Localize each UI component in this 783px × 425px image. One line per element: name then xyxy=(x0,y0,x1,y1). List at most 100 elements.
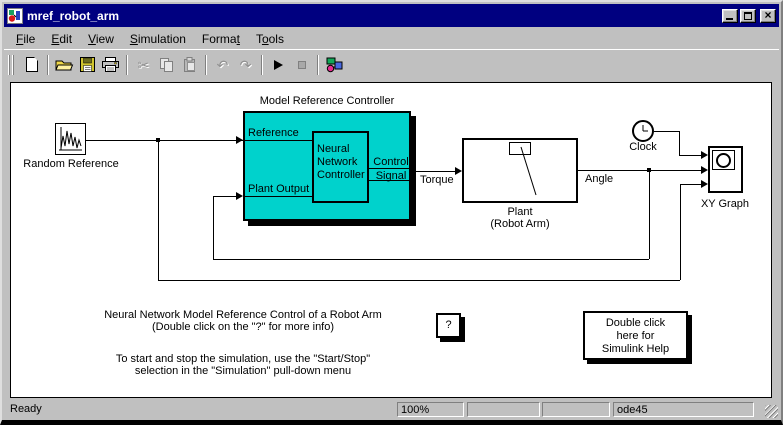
menu-file[interactable]: File xyxy=(8,29,43,49)
block-random-reference[interactable] xyxy=(55,123,86,155)
block-xy-graph[interactable] xyxy=(708,146,743,193)
wire[interactable] xyxy=(158,140,159,280)
status-panel-empty xyxy=(467,402,540,417)
status-solver-panel: ode45 xyxy=(613,402,754,417)
port-line xyxy=(369,168,411,169)
simulink-app-icon xyxy=(7,7,23,24)
annotation-instructions[interactable]: To start and stop the simulation, use th… xyxy=(73,353,413,377)
scope-screen-icon xyxy=(712,150,735,170)
new-document-icon xyxy=(25,57,38,72)
toolbar-separator xyxy=(47,54,49,75)
copy-icon xyxy=(160,57,173,72)
menu-tools[interactable]: Tools xyxy=(248,29,292,49)
wire[interactable] xyxy=(213,196,214,259)
wire-arrowhead xyxy=(236,136,243,144)
menu-view[interactable]: View xyxy=(80,29,122,49)
menu-format[interactable]: Format xyxy=(194,29,248,49)
wire[interactable] xyxy=(86,140,243,141)
wire[interactable] xyxy=(158,280,680,281)
close-button[interactable]: × xyxy=(760,7,776,23)
save-button[interactable] xyxy=(76,54,99,76)
minimize-icon xyxy=(726,17,733,20)
menu-bar: File Edit View Simulation Format Tools xyxy=(4,29,779,49)
menu-simulation[interactable]: Simulation xyxy=(122,29,194,49)
port-label-control: Control xyxy=(373,156,409,168)
wire[interactable] xyxy=(654,131,679,132)
cut-button[interactable]: ✂ xyxy=(132,54,155,76)
toolbar-separator xyxy=(261,54,263,75)
wire[interactable] xyxy=(213,196,236,197)
wire-arrowhead xyxy=(236,192,243,200)
play-icon xyxy=(274,59,283,70)
block-clock[interactable] xyxy=(632,120,654,142)
library-browser-icon xyxy=(326,57,343,72)
toolbar: ✂ ↶ ↷ xyxy=(4,49,779,79)
title-bar[interactable]: mref_robot_arm × xyxy=(4,4,779,27)
model-canvas[interactable]: Random Reference Model Reference Control… xyxy=(10,82,772,398)
stop-icon xyxy=(297,60,306,69)
pendulum-arm-icon xyxy=(520,146,537,196)
block-question-help[interactable]: ? xyxy=(436,313,461,338)
wire-arrowhead xyxy=(701,151,708,159)
menu-edit[interactable]: Edit xyxy=(43,29,80,49)
toolbar-separator xyxy=(317,54,319,75)
signal-label-torque: Torque xyxy=(420,174,454,186)
wire[interactable] xyxy=(213,259,649,260)
simulink-model-window: mref_robot_arm × File Edit View Simulati… xyxy=(0,0,783,425)
maximize-button[interactable] xyxy=(740,8,756,23)
open-button[interactable] xyxy=(53,54,76,76)
port-line xyxy=(243,196,312,197)
maximize-icon xyxy=(744,11,752,20)
block-label-clock[interactable]: Clock xyxy=(613,141,673,153)
toolbar-grip[interactable] xyxy=(8,54,16,75)
undo-button[interactable]: ↶ xyxy=(211,54,234,76)
wire-arrowhead xyxy=(701,180,708,188)
wire[interactable] xyxy=(411,171,456,172)
block-neural-network-controller[interactable]: Neural Network Controller xyxy=(312,131,369,203)
port-label-reference: Reference xyxy=(248,127,299,139)
wire[interactable] xyxy=(578,170,701,171)
wire-arrowhead xyxy=(455,167,462,175)
wire[interactable] xyxy=(679,131,680,155)
new-button[interactable] xyxy=(20,54,43,76)
signal-label-angle: Angle xyxy=(585,173,614,185)
library-browser-button[interactable] xyxy=(323,54,346,76)
annotation-title[interactable]: Neural Network Model Reference Control o… xyxy=(73,309,413,333)
print-button[interactable] xyxy=(99,54,122,76)
paste-button[interactable] xyxy=(178,54,201,76)
block-label-xy-graph[interactable]: XY Graph xyxy=(692,198,758,210)
wire-arrowhead xyxy=(701,166,708,174)
redo-button[interactable]: ↷ xyxy=(234,54,257,76)
block-simulink-help[interactable]: Double click here for Simulink Help xyxy=(583,311,688,360)
start-simulation-button[interactable] xyxy=(267,54,290,76)
resize-grip[interactable] xyxy=(765,405,778,418)
status-panel-empty xyxy=(542,402,610,417)
clock-hands-icon xyxy=(642,125,648,132)
save-floppy-icon xyxy=(80,57,95,72)
paste-clipboard-icon xyxy=(184,56,195,72)
status-bar: Ready 100% ode45 xyxy=(4,400,779,419)
block-label-random-reference[interactable]: Random Reference xyxy=(16,158,126,170)
redo-arrow-icon: ↷ xyxy=(239,56,252,73)
minimize-button[interactable] xyxy=(722,8,738,23)
copy-button[interactable] xyxy=(155,54,178,76)
port-line xyxy=(243,140,312,141)
waveform-icon xyxy=(59,127,82,151)
cut-scissors-icon: ✂ xyxy=(137,56,150,73)
wire[interactable] xyxy=(680,184,681,280)
wire[interactable] xyxy=(649,170,650,259)
open-folder-icon xyxy=(55,60,74,70)
wire[interactable] xyxy=(680,184,701,185)
toolbar-separator xyxy=(205,54,207,75)
wire[interactable] xyxy=(679,155,701,156)
block-title-controller[interactable]: Model Reference Controller xyxy=(243,95,411,107)
stop-simulation-button[interactable] xyxy=(290,54,313,76)
status-ready-text: Ready xyxy=(10,403,42,415)
block-label-plant[interactable]: Plant (Robot Arm) xyxy=(450,206,590,230)
status-zoom-panel: 100% xyxy=(397,402,464,417)
port-line xyxy=(369,180,411,181)
close-icon: × xyxy=(764,7,772,22)
toolbar-separator xyxy=(126,54,128,75)
block-plant[interactable] xyxy=(462,138,578,203)
printer-icon xyxy=(102,57,119,72)
